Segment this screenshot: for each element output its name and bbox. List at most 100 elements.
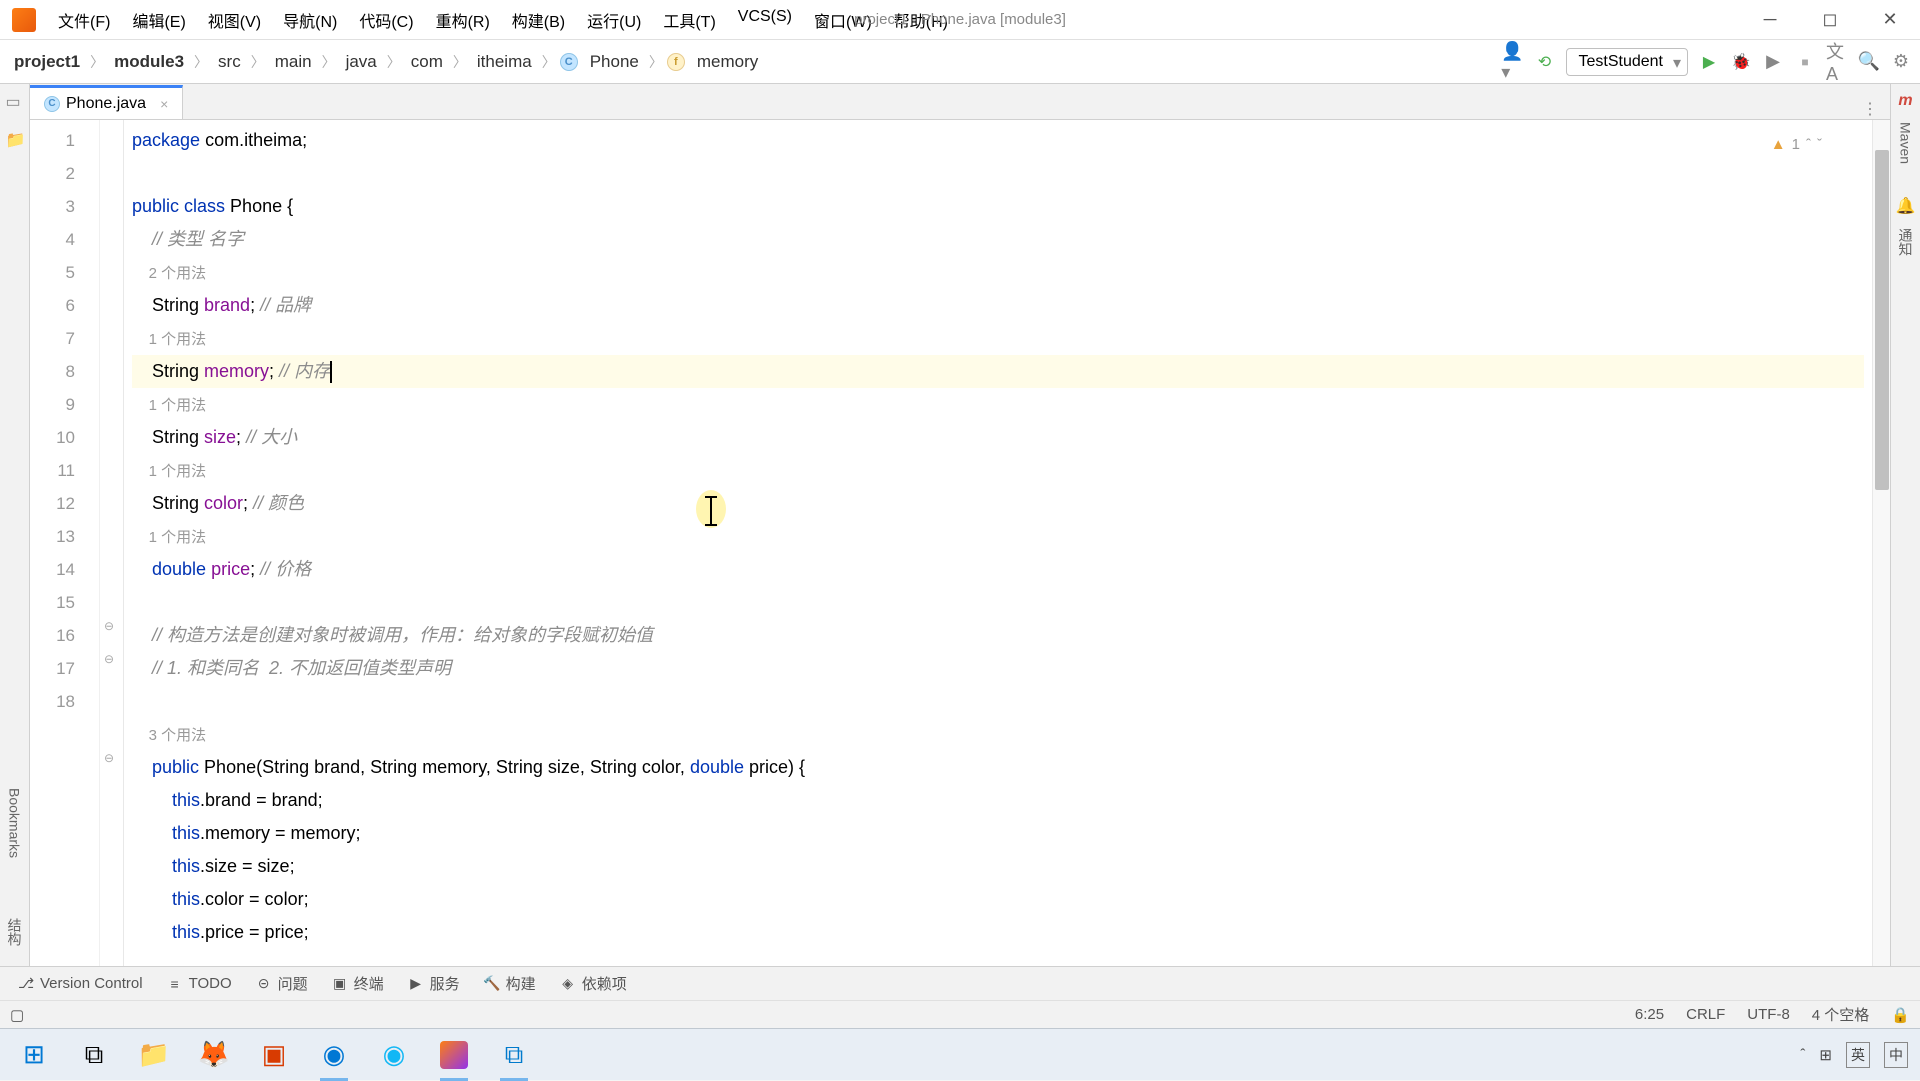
ime-lang1[interactable]: 英	[1846, 1042, 1870, 1068]
line-numbers: 123456789101112131415161718	[30, 120, 100, 966]
folder-icon[interactable]: 📁	[6, 130, 24, 148]
maven-tool[interactable]: Maven	[1898, 122, 1914, 164]
run-config-select[interactable]: TestStudent	[1566, 48, 1689, 76]
tray-chevron-icon[interactable]: ˆ	[1800, 1046, 1805, 1063]
project-tool-icon[interactable]: ▭	[6, 92, 24, 110]
menu-edit[interactable]: 编辑(E)	[122, 4, 195, 36]
close-tab-icon[interactable]: ×	[160, 96, 168, 112]
chevron-right-icon: 〉	[90, 52, 104, 72]
start-button[interactable]: ⊞	[12, 1033, 56, 1077]
services-tool[interactable]: ▶服务	[398, 969, 470, 998]
menu-build[interactable]: 构建(B)	[502, 4, 575, 36]
minimize-button[interactable]: ─	[1740, 0, 1800, 40]
chevron-right-icon: 〉	[387, 52, 401, 72]
status-left: ▢	[10, 1006, 24, 1024]
play-icon: ▶	[408, 976, 424, 992]
close-button[interactable]: ✕	[1860, 0, 1920, 40]
problems-tool[interactable]: ⊝问题	[246, 969, 318, 998]
stop-button[interactable]: ■	[1794, 51, 1816, 73]
menu-file[interactable]: 文件(F)	[48, 4, 120, 36]
windows-taskbar: ⊞ ⧉ 📁 🦊 ▣ ◉ ◉ ⧉ ˆ ⊞ 英 中	[0, 1028, 1920, 1080]
bc-class[interactable]: Phone	[584, 50, 645, 74]
inspection-widget[interactable]: ▲ 1 ˆ ˇ	[1771, 128, 1822, 161]
lock-icon[interactable]: 🔒	[1891, 1006, 1910, 1024]
bc-main[interactable]: main	[269, 50, 318, 74]
class-icon: C	[560, 53, 578, 71]
todo-tool[interactable]: ≡TODO	[157, 971, 242, 996]
scrollbar[interactable]	[1872, 120, 1890, 966]
cursor-position[interactable]: 6:25	[1635, 1006, 1664, 1023]
bc-project[interactable]: project1	[8, 50, 86, 74]
tab-menu-icon[interactable]: ⋮	[1850, 99, 1890, 119]
ime-lang2[interactable]: 中	[1884, 1042, 1908, 1068]
vcs-icon: ⎇	[18, 976, 34, 992]
bc-itheima[interactable]: itheima	[471, 50, 538, 74]
toolbar-right: 👤▾ ⟲ TestStudent ▶ 🐞 ▶ ■ 文A 🔍 ⚙	[1502, 48, 1913, 76]
bc-field[interactable]: memory	[691, 50, 764, 74]
run-coverage-icon[interactable]: ▶	[1762, 51, 1784, 73]
fold-icon[interactable]: ⊖	[104, 652, 114, 666]
tray-grid-icon[interactable]: ⊞	[1819, 1046, 1832, 1064]
qq-icon[interactable]: ◉	[372, 1033, 416, 1077]
build-icon[interactable]: ⟲	[1534, 51, 1556, 73]
bc-module[interactable]: module3	[108, 50, 190, 74]
chevron-right-icon: 〉	[194, 52, 208, 72]
translate-icon[interactable]: 文A	[1826, 51, 1848, 73]
run-button[interactable]: ▶	[1698, 51, 1720, 73]
window-controls: ─ ◻ ✕	[1740, 0, 1920, 40]
file-explorer-icon[interactable]: 📁	[132, 1033, 176, 1077]
task-view-icon[interactable]: ⧉	[72, 1033, 116, 1077]
menu-tools[interactable]: 工具(T)	[653, 4, 725, 36]
intellij-icon[interactable]	[432, 1033, 476, 1077]
bc-src[interactable]: src	[212, 50, 247, 74]
menu-navigate[interactable]: 导航(N)	[273, 4, 347, 36]
class-icon: C	[44, 96, 60, 112]
settings-icon[interactable]: ⚙	[1890, 51, 1912, 73]
main-area: ▭ 📁 Bookmarks 结构 C Phone.java × ⋮ 123456…	[0, 84, 1920, 966]
chevron-right-icon: 〉	[542, 52, 556, 72]
bc-java[interactable]: java	[340, 50, 383, 74]
line-separator[interactable]: CRLF	[1686, 1006, 1725, 1023]
dependencies-tool[interactable]: ◈依赖项	[550, 969, 637, 998]
notifications-tool[interactable]: 通知	[1896, 228, 1916, 256]
vscode-icon[interactable]: ⧉	[492, 1033, 536, 1077]
fold-gutter[interactable]: ⊖ ⊖ ⊖	[100, 120, 124, 966]
structure-tool[interactable]: 结构	[5, 918, 25, 946]
chevron-down-icon[interactable]: ˇ	[1817, 128, 1822, 161]
chevron-right-icon: 〉	[453, 52, 467, 72]
code-editor[interactable]: 123456789101112131415161718 ⊖ ⊖ ⊖ ▲ 1 ˆ …	[30, 120, 1890, 966]
user-icon[interactable]: 👤▾	[1502, 51, 1524, 73]
maven-icon[interactable]: m	[1898, 92, 1912, 110]
bell-icon[interactable]: 🔔	[1896, 196, 1916, 216]
menu-refactor[interactable]: 重构(R)	[426, 4, 500, 36]
menu-vcs[interactable]: VCS(S)	[728, 4, 802, 36]
bookmarks-tool[interactable]: Bookmarks	[7, 788, 23, 858]
tab-phone-java[interactable]: C Phone.java ×	[30, 85, 183, 119]
scroll-thumb[interactable]	[1875, 150, 1889, 490]
debug-button[interactable]: 🐞	[1730, 51, 1752, 73]
breadcrumb: project1 〉 module3 〉 src 〉 main 〉 java 〉…	[8, 50, 764, 74]
search-icon[interactable]: 🔍	[1858, 51, 1880, 73]
terminal-tool[interactable]: ▣终端	[322, 969, 394, 998]
version-control-tool[interactable]: ⎇Version Control	[8, 971, 153, 996]
warning-icon: ▲	[1771, 128, 1786, 161]
build-tool[interactable]: 🔨构建	[474, 969, 546, 998]
menu-run[interactable]: 运行(U)	[577, 4, 651, 36]
firefox-icon[interactable]: 🦊	[192, 1033, 236, 1077]
code-content[interactable]: ▲ 1 ˆ ˇ package com.itheima; public clas…	[124, 120, 1872, 966]
fold-icon[interactable]: ⊖	[104, 751, 114, 765]
bc-com[interactable]: com	[405, 50, 449, 74]
status-bar: ▢ 6:25 CRLF UTF-8 4 个空格 🔒	[0, 1000, 1920, 1028]
edge-icon[interactable]: ◉	[312, 1033, 356, 1077]
chevron-up-icon[interactable]: ˆ	[1806, 128, 1811, 161]
indent[interactable]: 4 个空格	[1812, 1004, 1870, 1025]
status-icon[interactable]: ▢	[10, 1006, 24, 1024]
office-icon[interactable]: ▣	[252, 1033, 296, 1077]
maximize-button[interactable]: ◻	[1800, 0, 1860, 40]
title-bar: 文件(F) 编辑(E) 视图(V) 导航(N) 代码(C) 重构(R) 构建(B…	[0, 0, 1920, 40]
menu-view[interactable]: 视图(V)	[198, 4, 271, 36]
fold-icon[interactable]: ⊖	[104, 619, 114, 633]
menu-code[interactable]: 代码(C)	[349, 4, 423, 36]
encoding[interactable]: UTF-8	[1747, 1006, 1790, 1023]
chevron-right-icon: 〉	[322, 52, 336, 72]
